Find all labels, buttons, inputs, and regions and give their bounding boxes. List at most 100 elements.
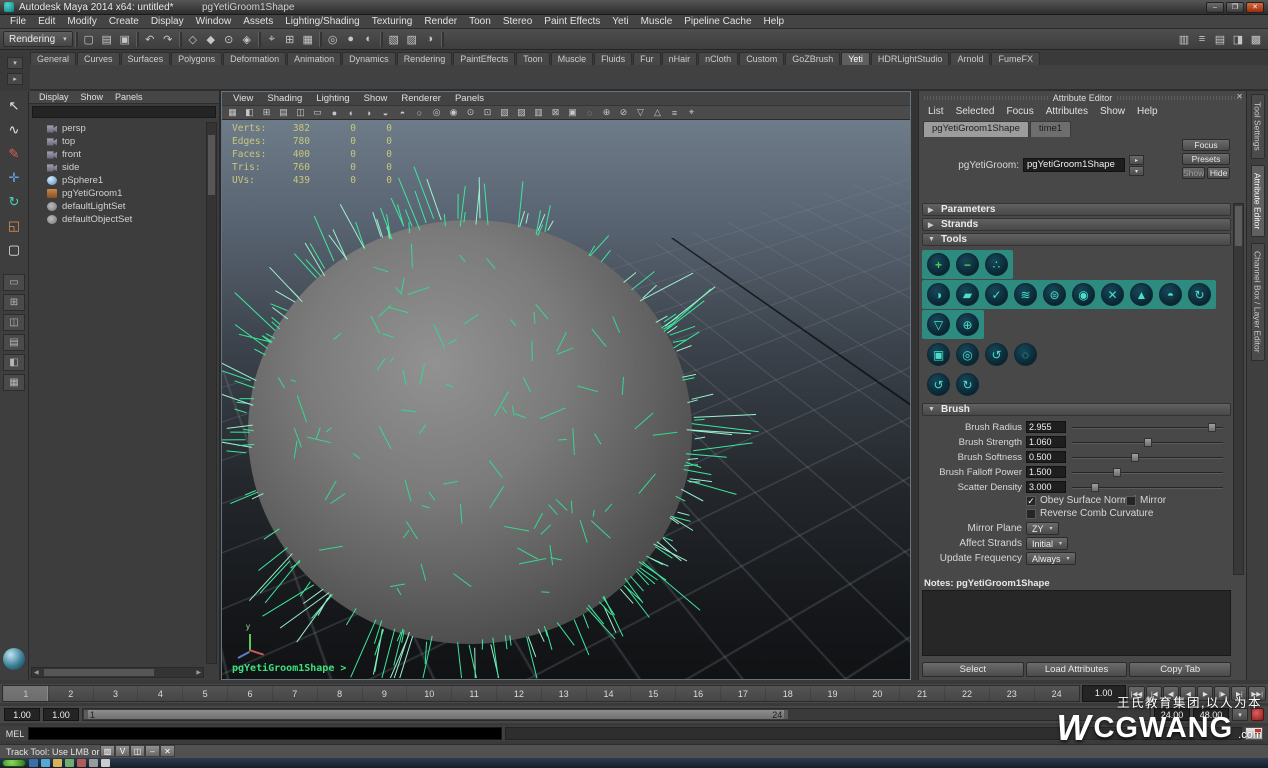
layout-button[interactable]: ⊞ bbox=[3, 294, 25, 311]
status-icon[interactable]: ◇ bbox=[184, 31, 202, 48]
status-icon[interactable]: ◑ bbox=[421, 31, 439, 48]
status-icon[interactable]: ◐ bbox=[360, 31, 378, 48]
playback-button[interactable]: |◀◀ bbox=[1128, 686, 1146, 701]
shelf-tab[interactable]: Dynamics bbox=[342, 52, 396, 65]
menu-item[interactable]: Muscle bbox=[635, 16, 679, 27]
frame-tick[interactable]: 17 bbox=[720, 686, 765, 701]
section-brush[interactable]: ▼ Brush bbox=[922, 403, 1231, 416]
slider-track[interactable] bbox=[1072, 472, 1223, 474]
status-icon[interactable]: ▣ bbox=[116, 31, 134, 48]
menu-item[interactable]: Help bbox=[758, 16, 791, 27]
shelf-tab[interactable]: Yeti bbox=[841, 52, 870, 65]
slider-handle[interactable] bbox=[1208, 423, 1216, 432]
frame-tick[interactable]: 7 bbox=[272, 686, 317, 701]
menu-item[interactable]: Window bbox=[190, 16, 238, 27]
reverse-comb-curvature-checkbox[interactable]: Reverse Comb Curvature bbox=[1026, 508, 1153, 519]
status-right-icon[interactable]: ▥ bbox=[1175, 31, 1193, 48]
groom-tool-icon[interactable]: − bbox=[956, 253, 979, 276]
status-icon[interactable] bbox=[317, 31, 324, 48]
frame-tick[interactable]: 10 bbox=[406, 686, 451, 701]
time-slider-track[interactable]: 123456789101112131415161718192021222324 bbox=[2, 685, 1080, 702]
status-icon[interactable]: ● bbox=[342, 31, 360, 48]
menu-item[interactable]: Paint Effects bbox=[538, 16, 606, 27]
frame-tick[interactable]: 15 bbox=[630, 686, 675, 701]
section-tools[interactable]: ▼ Tools bbox=[922, 233, 1231, 246]
groom-tool-icon[interactable]: ◌ bbox=[1014, 343, 1037, 366]
shelf-tab[interactable]: Fur bbox=[633, 52, 661, 65]
groom-tool-icon[interactable]: ▰ bbox=[956, 283, 979, 306]
outliner-item[interactable]: defaultLightSet bbox=[31, 200, 204, 213]
outliner-menu-item[interactable]: Display bbox=[33, 92, 75, 102]
attribute-editor-menu-item[interactable]: Selected bbox=[950, 106, 1001, 117]
layout-button[interactable]: ◧ bbox=[3, 354, 25, 371]
playback-button[interactable]: ◀| bbox=[1163, 686, 1179, 701]
viewport-toolbar-icon[interactable]: ▤ bbox=[275, 106, 292, 119]
section-strands[interactable]: ▶ Strands bbox=[922, 218, 1231, 231]
slider-track[interactable] bbox=[1072, 442, 1223, 444]
groom-tool-icon[interactable]: ↺ bbox=[927, 373, 950, 396]
status-icon[interactable] bbox=[177, 31, 184, 48]
status-icon[interactable] bbox=[134, 31, 141, 48]
outliner-item[interactable]: defaultObjectSet bbox=[31, 213, 204, 226]
outliner-item[interactable]: pSphere1 bbox=[31, 174, 204, 187]
groom-tool-icon[interactable]: ◓ bbox=[1159, 283, 1182, 306]
frame-tick[interactable]: 6 bbox=[227, 686, 272, 701]
language-bar-button[interactable]: ✕ bbox=[160, 745, 175, 757]
mirror-checkbox[interactable]: Mirror bbox=[1126, 495, 1166, 506]
slider-handle[interactable] bbox=[1144, 438, 1152, 447]
range-slider-handle[interactable]: 1 24 bbox=[84, 710, 788, 719]
viewport-toolbar-icon[interactable]: ● bbox=[326, 106, 343, 119]
menu-item[interactable]: Stereo bbox=[497, 16, 538, 27]
outliner-vertical-scrollbar[interactable] bbox=[206, 122, 217, 664]
attribute-editor-tab[interactable]: time1 bbox=[1030, 121, 1071, 137]
viewport-menu-item[interactable]: Renderer bbox=[394, 93, 448, 104]
viewport-menu-item[interactable]: Lighting bbox=[309, 93, 356, 104]
shelf-tab[interactable]: Toon bbox=[516, 52, 550, 65]
menu-item[interactable]: Texturing bbox=[366, 16, 419, 27]
viewport-toolbar-icon[interactable]: ◫ bbox=[292, 106, 309, 119]
collapse-icon[interactable]: ▾ bbox=[1129, 166, 1144, 176]
groom-tool-icon[interactable]: ⊕ bbox=[956, 313, 979, 336]
menu-set-dropdown[interactable]: Rendering▾ bbox=[3, 31, 73, 47]
attribute-editor-scrollbar[interactable] bbox=[1233, 203, 1244, 575]
affect-strands-dropdown[interactable]: Initial ▾ bbox=[1026, 537, 1068, 550]
outliner-item[interactable]: side bbox=[31, 161, 204, 174]
frame-tick[interactable]: 22 bbox=[944, 686, 989, 701]
shelf-tab[interactable]: Rendering bbox=[397, 52, 453, 65]
frame-tick[interactable]: 2 bbox=[48, 686, 93, 701]
menu-item[interactable]: Display bbox=[145, 16, 190, 27]
taskbar-icon[interactable] bbox=[89, 759, 98, 767]
scroll-right-icon[interactable]: ▶ bbox=[194, 669, 203, 676]
hide-button[interactable]: Hide bbox=[1207, 167, 1230, 179]
outliner-menu-item[interactable]: Panels bbox=[109, 92, 149, 102]
groom-tool-icon[interactable]: ≋ bbox=[1014, 283, 1037, 306]
frame-tick[interactable]: 12 bbox=[496, 686, 541, 701]
shelf-tab[interactable]: nCloth bbox=[698, 52, 738, 65]
show-button[interactable]: Show bbox=[1182, 167, 1205, 179]
character-set-dropdown[interactable]: ▾ bbox=[1232, 708, 1248, 721]
shelf-tab[interactable]: Arnold bbox=[950, 52, 990, 65]
viewport-toolbar-icon[interactable]: ◧ bbox=[241, 106, 258, 119]
frame-tick[interactable]: 9 bbox=[362, 686, 407, 701]
viewport-toolbar-icon[interactable]: ◉ bbox=[445, 106, 462, 119]
outliner-item[interactable]: front bbox=[31, 148, 204, 161]
status-icon[interactable]: ⌖ bbox=[263, 31, 281, 48]
attribute-editor-menu-item[interactable]: Show bbox=[1094, 106, 1131, 117]
titlebar[interactable]: Autodesk Maya 2014 x64: untitled* pgYeti… bbox=[0, 0, 1268, 15]
viewport-toolbar-icon[interactable]: △ bbox=[649, 106, 666, 119]
mel-toggle[interactable]: MEL bbox=[2, 729, 28, 739]
groom-tool-icon[interactable]: ↻ bbox=[1188, 283, 1211, 306]
viewport-toolbar-icon[interactable]: ◌ bbox=[581, 106, 598, 119]
viewport-toolbar-icon[interactable]: ⊞ bbox=[258, 106, 275, 119]
viewport-toolbar-icon[interactable]: ◑ bbox=[360, 106, 377, 119]
playback-button[interactable]: |▶ bbox=[1214, 686, 1230, 701]
tool-icon[interactable]: ▢ bbox=[2, 238, 26, 261]
shelf-tab[interactable]: HDRLightStudio bbox=[871, 52, 950, 65]
auto-keyframe-icon[interactable] bbox=[1251, 708, 1264, 721]
viewport-toolbar-icon[interactable]: ⌖ bbox=[683, 106, 700, 119]
language-bar-button[interactable]: – bbox=[145, 745, 160, 757]
shelf-tab[interactable]: GoZBrush bbox=[785, 52, 840, 65]
groom-tool-icon[interactable]: ◑ bbox=[927, 283, 950, 306]
status-icon[interactable]: ◎ bbox=[324, 31, 342, 48]
update-frequency-dropdown[interactable]: Always ▾ bbox=[1026, 552, 1076, 565]
